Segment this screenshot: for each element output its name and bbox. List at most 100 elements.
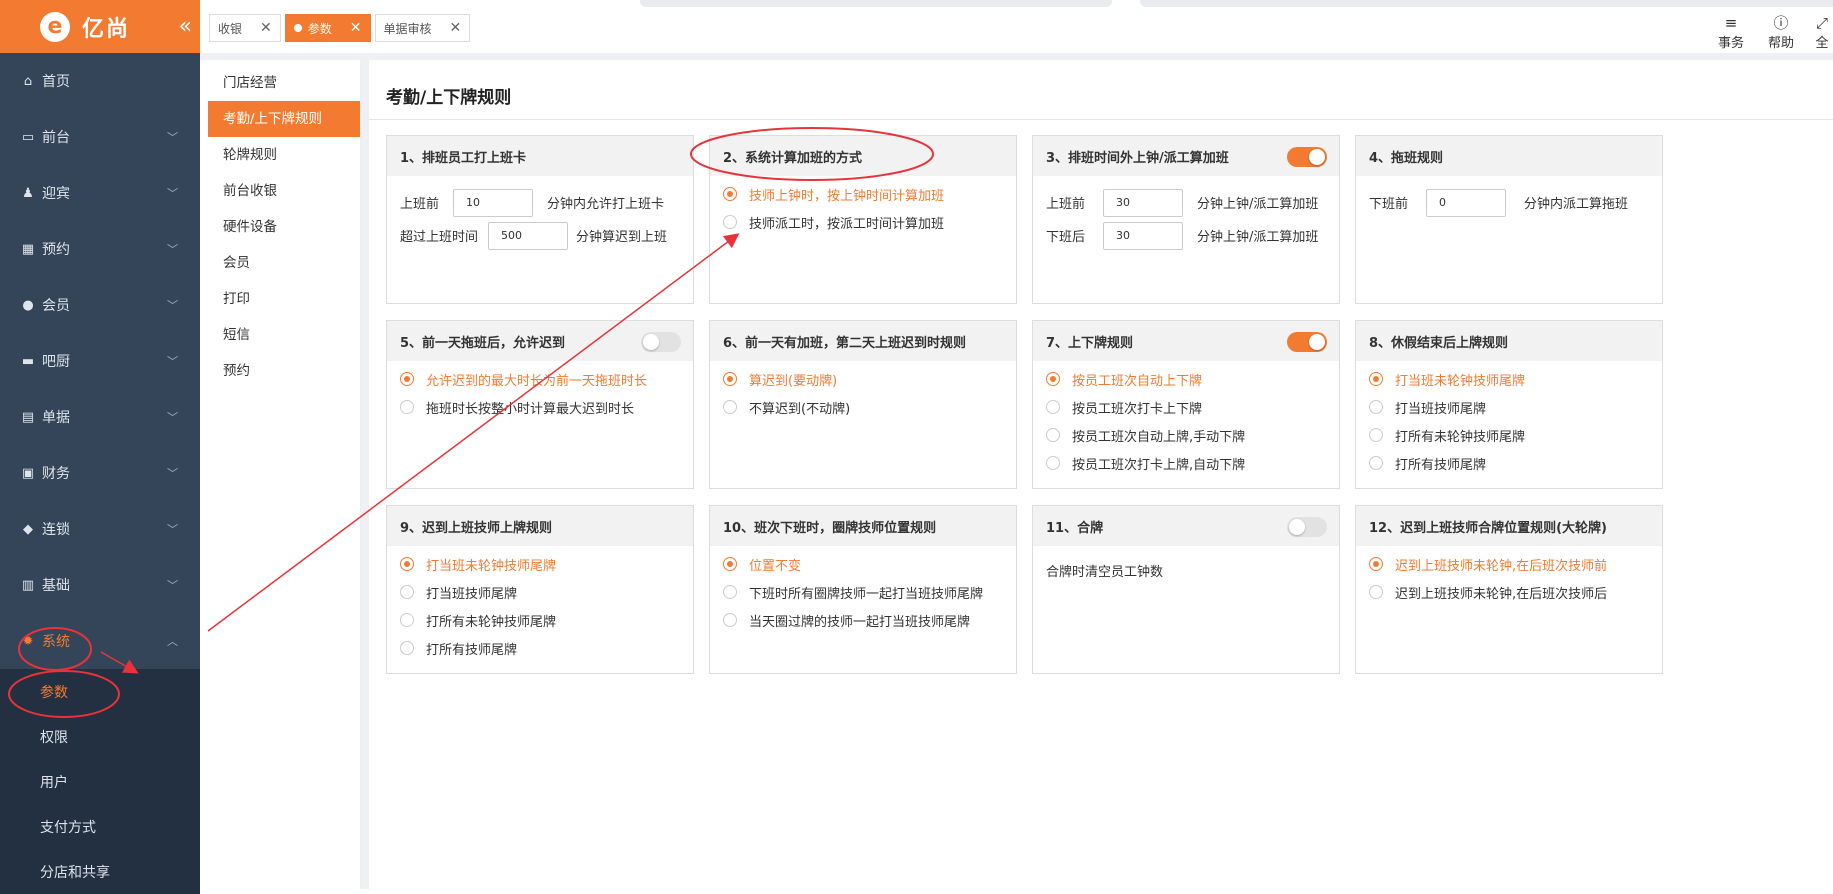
submenu-item-branches[interactable]: 分店和共享 <box>0 849 200 894</box>
rule-card: 7、上下牌规则 按员工班次自动上下牌 按员工班次打卡上下牌 按员工班次自动上牌,… <box>1032 320 1340 489</box>
radio-checked-icon <box>400 557 414 571</box>
radio-label: 打所有未轮钟技师尾牌 <box>1395 429 1526 445</box>
sidebar-item-member[interactable]: ● 会员 ﹀ <box>0 277 200 333</box>
rule-card: 9、迟到上班技师上牌规则 打当班未轮钟技师尾牌 打当班技师尾牌 打所有未轮钟技师… <box>386 505 694 674</box>
card-rules-toggle[interactable] <box>1287 332 1327 352</box>
radio-option[interactable]: 下班时所有圈牌技师一起打当班技师尾牌 <box>723 578 1003 606</box>
sidebar-item-reception[interactable]: ♟ 迎宾 ﹀ <box>0 165 200 221</box>
settings-nav-store[interactable]: 门店经营 <box>208 65 360 101</box>
close-icon[interactable]: ✕ <box>350 20 362 36</box>
radio-option[interactable]: 允许迟到的最大时长为前一天拖班时长 <box>400 365 680 393</box>
tab-label: 参数 <box>307 21 332 36</box>
sidebar-item-label: 基础 <box>42 578 70 594</box>
radio-option[interactable]: 打所有未轮钟技师尾牌 <box>400 606 680 634</box>
radio-option[interactable]: 当天圈过牌的技师一起打当班技师尾牌 <box>723 606 1003 634</box>
radio-option[interactable]: 算迟到(要动牌) <box>723 365 1003 393</box>
rule-card: 6、前一天有加班，第二天上班迟到时规则 算迟到(要动牌) 不算迟到(不动牌) <box>709 320 1017 489</box>
radio-option[interactable]: 不算迟到(不动牌) <box>723 393 1003 421</box>
radio-option[interactable]: 迟到上班技师未轮钟,在后班次技师前 <box>1369 550 1649 578</box>
radio-option[interactable]: 位置不变 <box>723 550 1003 578</box>
radio-option[interactable]: 按员工班次自动上牌,手动下牌 <box>1046 421 1326 449</box>
settings-nav-cashier[interactable]: 前台收银 <box>208 173 360 209</box>
radio-option[interactable]: 打所有技师尾牌 <box>400 634 680 662</box>
sidebar-item-frontdesk[interactable]: ▭ 前台 ﹀ <box>0 109 200 165</box>
menu-icon: ≡ <box>1724 14 1738 32</box>
radio-checked-icon <box>1369 557 1383 571</box>
sidebar-item-booking[interactable]: ▦ 预约 ﹀ <box>0 221 200 277</box>
after-work-overtime-input[interactable]: 30 <box>1103 221 1184 250</box>
radio-option[interactable]: 迟到上班技师未轮钟,在后班次技师后 <box>1369 578 1649 606</box>
radio-option[interactable]: 技师上钟时，按上钟时间计算加班 <box>723 180 1003 208</box>
clipboard-icon: ▤ <box>21 409 35 425</box>
sidebar-item-basic[interactable]: ▥ 基础 ﹀ <box>0 557 200 613</box>
settings-nav-rotation[interactable]: 轮牌规则 <box>208 137 360 173</box>
radio-option[interactable]: 按员工班次打卡上下牌 <box>1046 393 1326 421</box>
before-work-overtime-input[interactable]: 30 <box>1103 188 1184 217</box>
sidebar-item-home[interactable]: ⌂ 首页 <box>0 53 200 109</box>
submenu-item-users[interactable]: 用户 <box>0 759 200 804</box>
radio-label: 按员工班次打卡上牌,自动下牌 <box>1072 457 1246 473</box>
person-icon: ● <box>22 297 34 313</box>
radio-label: 当天圈过牌的技师一起打当班技师尾牌 <box>749 614 971 630</box>
radio-option[interactable]: 按员工班次打卡上牌,自动下牌 <box>1046 449 1326 477</box>
submenu-item-permissions[interactable]: 权限 <box>0 714 200 759</box>
radio-option[interactable]: 打当班技师尾牌 <box>1369 393 1649 421</box>
sidebar-item-chain[interactable]: ◆ 连锁 ﹀ <box>0 501 200 557</box>
merge-card-toggle[interactable] <box>1287 517 1327 537</box>
tasks-button[interactable]: ≡ 事务 <box>1711 14 1751 51</box>
settings-nav-attendance[interactable]: 考勤/上下牌规则 <box>208 101 360 137</box>
tab-cashier[interactable]: 收银 ✕ <box>209 14 281 42</box>
radio-option[interactable]: 按员工班次自动上下牌 <box>1046 365 1326 393</box>
radio-option[interactable]: 打当班未轮钟技师尾牌 <box>1369 365 1649 393</box>
settings-nav-sms[interactable]: 短信 <box>208 317 360 353</box>
settings-nav-booking[interactable]: 预约 <box>208 353 360 389</box>
close-icon[interactable]: ✕ <box>260 20 272 36</box>
settings-nav-hardware[interactable]: 硬件设备 <box>208 209 360 245</box>
radio-option[interactable]: 技师派工时，按派工时间计算加班 <box>723 208 1003 236</box>
radio-unchecked-icon <box>1369 585 1383 599</box>
sidebar-item-bar[interactable]: ▬ 吧厨 ﹀ <box>0 333 200 389</box>
radio-label: 按员工班次自动上牌,手动下牌 <box>1072 429 1246 445</box>
radio-unchecked-icon <box>1046 428 1060 442</box>
fullscreen-label: 全 <box>1815 36 1829 51</box>
sidebar-item-documents[interactable]: ▤ 单据 ﹀ <box>0 389 200 445</box>
submenu-item-payment[interactable]: 支付方式 <box>0 804 200 849</box>
collapse-sidebar-icon[interactable]: « <box>179 14 192 39</box>
radio-option[interactable]: 打当班未轮钟技师尾牌 <box>400 550 680 578</box>
radio-unchecked-icon <box>723 215 737 229</box>
late-minutes-input[interactable]: 500 <box>488 221 569 250</box>
home-icon: ⌂ <box>23 73 33 89</box>
tab-doc-review[interactable]: 单据审核 ✕ <box>374 14 471 42</box>
tab-params[interactable]: 参数 ✕ <box>284 14 371 42</box>
chevron-down-icon: ﹀ <box>167 187 178 200</box>
settings-nav-print[interactable]: 打印 <box>208 281 360 317</box>
drag-shift-minutes-input[interactable]: 0 <box>1426 188 1507 217</box>
settings-nav-member[interactable]: 会员 <box>208 245 360 281</box>
radio-option[interactable]: 拖班时长按整小时计算最大迟到时长 <box>400 393 680 421</box>
radio-checked-icon <box>723 187 737 201</box>
fullscreen-button[interactable]: ⤢ 全 <box>1811 14 1833 51</box>
sidebar-item-system[interactable]: ✹ 系统 ︿ <box>0 613 200 669</box>
field-suffix: 分钟上钟/派工算加班 <box>1197 230 1319 245</box>
help-label: 帮助 <box>1767 36 1794 51</box>
sidebar-item-finance[interactable]: ▣ 财务 ﹀ <box>0 445 200 501</box>
radio-option[interactable]: 打当班技师尾牌 <box>400 578 680 606</box>
active-dot-icon <box>293 24 302 32</box>
allow-late-toggle[interactable] <box>641 332 681 352</box>
overtime-toggle[interactable] <box>1287 147 1327 167</box>
radio-label: 迟到上班技师未轮钟,在后班次技师后 <box>1395 586 1608 602</box>
sidebar-item-label: 首页 <box>42 74 70 90</box>
divider <box>361 60 369 889</box>
card-title: 9、迟到上班技师上牌规则 <box>387 506 693 546</box>
rule-card: 8、休假结束后上牌规则 打当班未轮钟技师尾牌 打当班技师尾牌 打所有未轮钟技师尾… <box>1355 320 1663 489</box>
help-button[interactable]: ⓘ 帮助 <box>1761 14 1801 51</box>
tasks-label: 事务 <box>1717 36 1744 51</box>
submenu-item-params[interactable]: 参数 <box>0 669 200 714</box>
before-work-minutes-input[interactable]: 10 <box>453 188 534 217</box>
radio-label: 按员工班次打卡上下牌 <box>1072 401 1203 417</box>
radio-option[interactable]: 打所有未轮钟技师尾牌 <box>1369 421 1649 449</box>
close-icon[interactable]: ✕ <box>450 20 462 36</box>
gear-icon: ✹ <box>22 633 34 649</box>
card-title: 4、拖班规则 <box>1356 136 1662 176</box>
radio-option[interactable]: 打所有技师尾牌 <box>1369 449 1649 477</box>
